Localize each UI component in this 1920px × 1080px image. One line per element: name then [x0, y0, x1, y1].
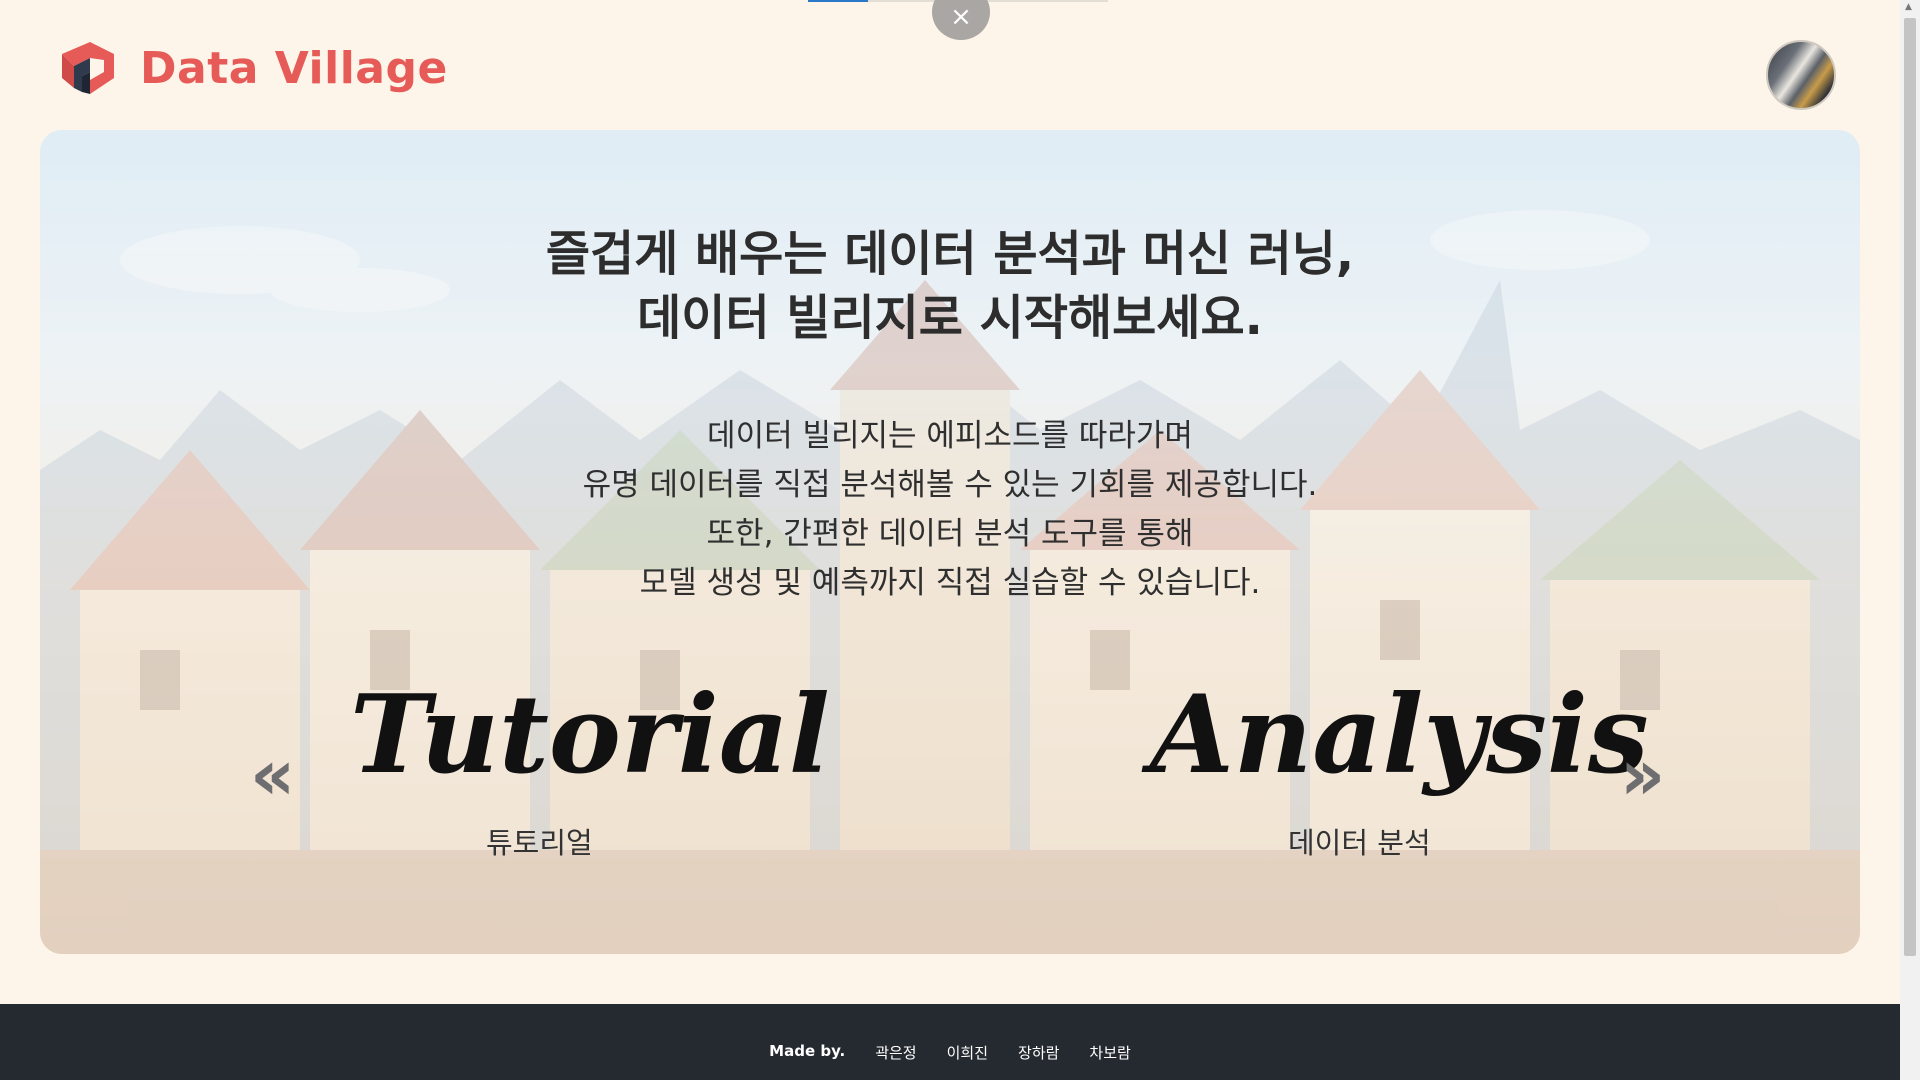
hero-desc-line: 모델 생성 및 예측까지 직접 실습할 수 있습니다.: [639, 565, 1261, 601]
user-avatar[interactable]: [1766, 40, 1836, 110]
scroll-up-icon[interactable]: ▲: [1905, 2, 1912, 12]
tutorial-subtitle: 튜토리얼: [486, 826, 593, 860]
hero-card: 즐겁게 배우는 데이터 분석과 머신 러닝, 데이터 빌리지로 시작해보세요. …: [40, 130, 1860, 954]
tutorial-link[interactable]: « Tutorial 튜토리얼: [250, 670, 830, 860]
author-name: 차보람: [1089, 1044, 1131, 1062]
analysis-link[interactable]: Analysis 데이터 분석 »: [1130, 670, 1690, 860]
hero-desc-line: 데이터 빌리지는 에피소드를 따라가며: [707, 418, 1193, 454]
hero-desc-line: 또한, 간편한 데이터 분석 도구를 통해: [706, 516, 1194, 552]
brand-link[interactable]: Data Village: [56, 36, 448, 100]
chevron-right-icon: »: [1620, 734, 1665, 816]
analysis-subtitle: 데이터 분석: [1288, 826, 1431, 860]
footer-credits: Made by. 곽은정 이희진 장하람 차보람: [0, 1042, 1900, 1063]
analysis-heading: Analysis: [1150, 672, 1649, 798]
author-name: 곽은정: [875, 1044, 917, 1062]
scroll-thumb[interactable]: [1904, 18, 1916, 956]
hero-title: 즐겁게 배우는 데이터 분석과 머신 러닝, 데이터 빌리지로 시작해보세요.: [40, 222, 1860, 350]
tutorial-heading: Tutorial: [350, 672, 830, 798]
author-name: 이희진: [946, 1044, 989, 1062]
hero-title-line: 데이터 빌리지로 시작해보세요.: [637, 290, 1263, 346]
author-name: 장하람: [1018, 1044, 1060, 1062]
logo-icon: [62, 42, 114, 94]
hero-description: 데이터 빌리지는 에피소드를 따라가며 유명 데이터를 직접 분석해볼 수 있는…: [40, 412, 1860, 608]
vertical-scrollbar[interactable]: ▲: [1900, 0, 1920, 1080]
brand-name: Data Village: [140, 42, 448, 94]
header: Data Village: [0, 0, 1900, 130]
made-by-label: Made by.: [769, 1042, 846, 1060]
hero-desc-line: 유명 데이터를 직접 분석해볼 수 있는 기회를 제공합니다.: [582, 467, 1318, 503]
footer: Made by. 곽은정 이희진 장하람 차보람: [0, 1004, 1900, 1080]
chevron-left-icon: «: [250, 734, 295, 816]
hero-title-line: 즐겁게 배우는 데이터 분석과 머신 러닝,: [545, 226, 1355, 282]
